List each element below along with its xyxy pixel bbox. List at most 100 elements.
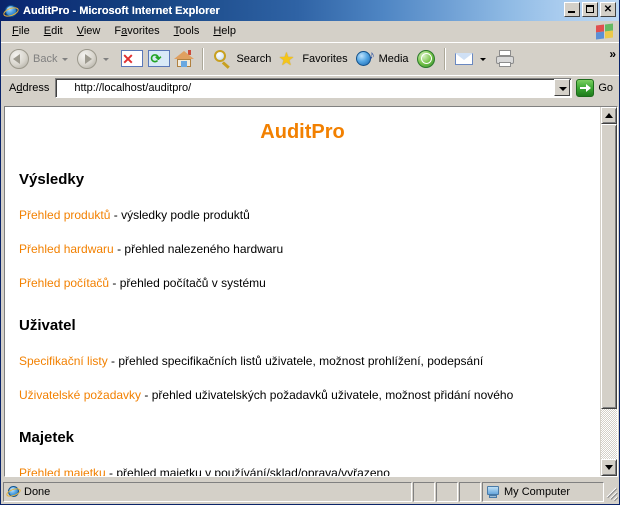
forward-arrow-icon [76,48,98,70]
back-button[interactable]: Back [5,45,73,73]
list-item-description: - výsledky podle produktů [110,208,250,222]
windows-flag-icon [593,22,615,41]
search-icon [211,48,233,70]
star-icon: ★ [278,49,295,69]
favorites-button[interactable]: ★ Favorites [274,45,350,73]
toolbar-container: Back ✕ ⟳ Search ★ Favorites ♪ Media » Ad… [1,42,619,99]
back-button-label: Back [33,53,58,65]
mail-button[interactable] [450,45,491,73]
ie-window: AuditPro - Microsoft Internet Explorer ✕… [0,0,620,505]
security-zone-panel[interactable]: My Computer [482,482,604,502]
minimize-icon [568,11,575,13]
minimize-button[interactable] [564,2,580,17]
toolbar-overflow-button[interactable]: » [609,47,616,61]
history-button[interactable] [412,45,440,73]
resize-grip[interactable] [605,482,619,502]
list-item-description: - přehled majetku v používání/sklad/opra… [105,466,390,476]
printer-icon [494,48,516,70]
menu-item-tools-rest: ools [179,25,200,37]
menu-item-help[interactable]: Help [206,23,243,39]
search-button-label: Search [236,53,272,65]
computer-icon [486,485,500,499]
home-icon [173,48,195,70]
list-item-description: - přehled uživatelských požadavků uživat… [141,388,514,402]
forward-button[interactable] [73,45,114,73]
internet-explorer-icon [5,485,22,499]
go-arrow-icon [576,78,595,97]
back-arrow-icon [8,48,30,70]
search-button[interactable]: Search [208,45,274,73]
list-item: Uživatelské požadavky - přehled uživatel… [19,388,590,402]
go-button-label: Go [598,81,613,94]
address-input-wrapper[interactable]: http://localhost/auditpro/ [55,77,573,98]
status-panel-3 [459,482,481,502]
page-title: AuditPro [260,121,345,143]
window-controls: ✕ [564,2,616,17]
address-input[interactable]: http://localhost/auditpro/ [56,82,554,94]
menu-item-favorites-rest: vorites [127,25,160,37]
list-item: Specifikační listy - přehled specifikačn… [19,354,590,368]
back-dropdown-icon[interactable] [62,57,69,61]
link-prehled-pocitacu[interactable]: Přehled počítačů [19,276,109,290]
favorites-button-label: Favorites [302,53,348,65]
address-label: Address [9,81,50,94]
standard-toolbar: Back ✕ ⟳ Search ★ Favorites ♪ Media » [1,43,619,75]
status-bar: Done My Computer [3,482,619,502]
toolbar-separator-1 [202,48,205,70]
title-bar: AuditPro - Microsoft Internet Explorer ✕ [1,0,619,21]
print-button[interactable] [491,45,519,73]
status-panel-2 [436,482,458,502]
link-prehled-majetku[interactable]: Přehled majetku [19,466,106,476]
refresh-button[interactable]: ⟳ [142,45,171,73]
menu-item-file[interactable]: File [5,23,37,39]
list-item: Přehled počítačů - přehled počítačů v sy… [19,276,590,290]
media-globe-icon: ♪ [354,48,376,70]
forward-dropdown-icon[interactable] [103,57,110,61]
menu-item-favorites[interactable]: Favorites [107,23,166,39]
web-page-content: AuditPro Výsledky Přehled produktů - výs… [5,107,600,476]
go-button[interactable]: Go [572,78,617,97]
address-bar: Address http://localhost/auditpro/ Go [1,75,619,99]
status-panel-1 [413,482,435,502]
scroll-down-button[interactable] [601,459,617,476]
browser-window-root: AuditPro - Microsoft Internet Explorer ✕… [0,0,620,505]
caret-down-icon [605,465,613,470]
stop-icon: ✕ [117,48,144,70]
toolbar-separator-2 [443,48,446,70]
address-dropdown-button[interactable] [554,79,571,96]
section-heading-majetek: Majetek [19,429,75,446]
link-prehled-produktu[interactable]: Přehled produktů [19,208,110,222]
list-item-description: - přehled počítačů v systému [109,276,266,290]
vertical-scrollbar[interactable] [600,107,617,476]
maximize-button[interactable] [582,2,598,17]
menu-item-edit[interactable]: Edit [37,23,70,39]
media-button-label: Media [378,53,409,65]
home-button[interactable] [170,45,198,73]
media-button[interactable]: ♪ Media [351,45,412,73]
link-uzivatelske-pozadavky[interactable]: Uživatelské požadavky [19,388,141,402]
mail-dropdown-icon[interactable] [479,57,486,61]
scrollbar-track[interactable] [601,124,617,459]
close-button[interactable]: ✕ [600,2,616,17]
scroll-up-button[interactable] [601,107,617,124]
caret-up-icon [605,113,613,118]
section-heading-uzivatel: Uživatel [19,317,76,334]
list-item: Přehled hardwaru - přehled nalezeného ha… [19,242,590,256]
menu-item-view-rest: iew [83,25,101,37]
menu-item-file-rest: ile [18,25,30,37]
menu-bar: File Edit View Favorites Tools Help [1,21,619,42]
link-prehled-hardwaru[interactable]: Přehled hardwaru [19,242,114,256]
window-title: AuditPro - Microsoft Internet Explorer [23,4,220,17]
list-item: Přehled majetku - přehled majetku v použ… [19,466,590,476]
maximize-icon [586,5,594,13]
mail-envelope-icon [453,48,475,70]
stop-button[interactable]: ✕ [114,45,144,73]
menu-item-help-rest: elp [221,25,236,37]
list-item: Přehled produktů - výsledky podle produk… [19,208,590,222]
link-specifikacni-listy[interactable]: Specifikační listy [19,354,108,368]
menu-item-view[interactable]: View [70,23,108,39]
scrollbar-thumb[interactable] [601,124,617,409]
document-viewport: AuditPro Výsledky Přehled produktů - výs… [4,106,618,477]
menu-item-tools[interactable]: Tools [167,23,207,39]
history-clock-icon [415,48,437,70]
